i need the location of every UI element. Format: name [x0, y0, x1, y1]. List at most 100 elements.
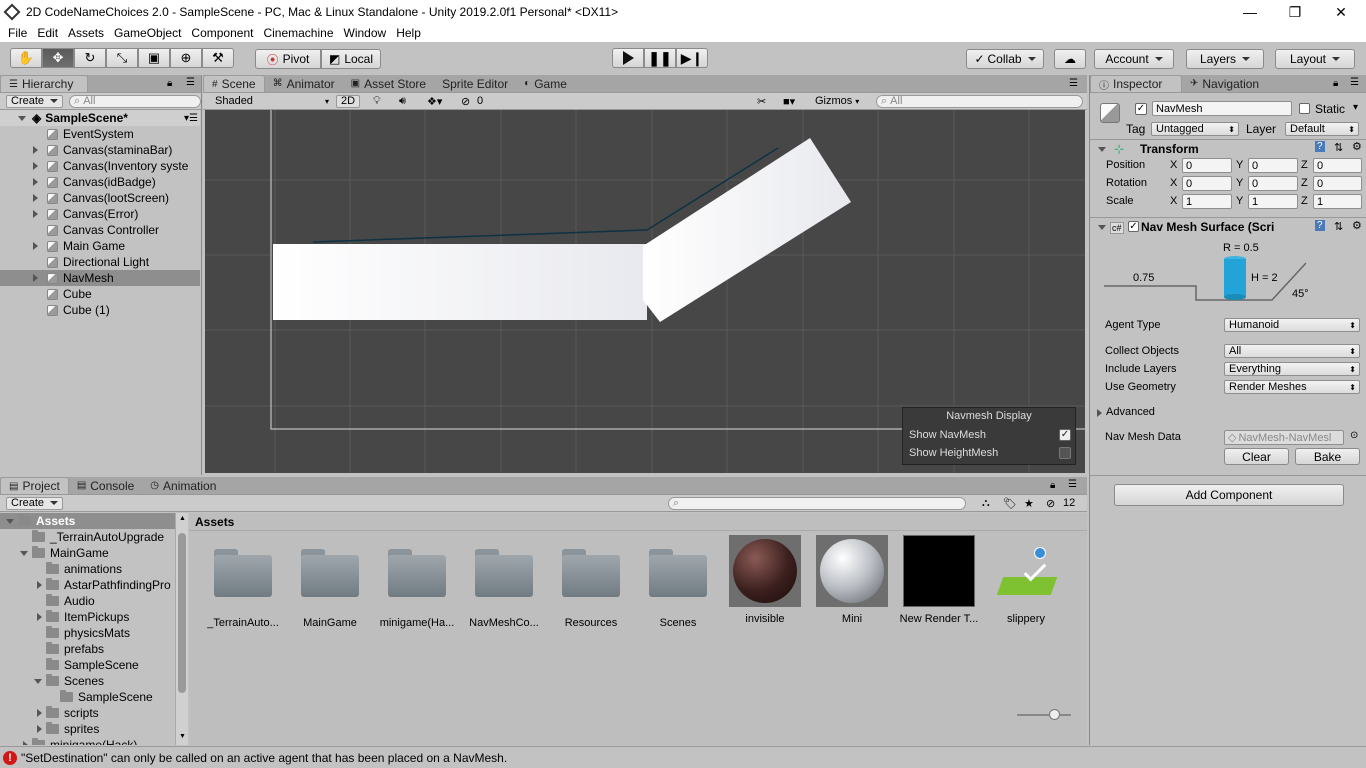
- hierarchy-item[interactable]: NavMesh: [0, 270, 200, 286]
- expand-arrow-icon[interactable]: [37, 725, 42, 733]
- menu-assets[interactable]: Assets: [63, 26, 109, 40]
- tab-navigation[interactable]: ✈ Navigation: [1182, 75, 1267, 92]
- tab-scene[interactable]: # Scene: [203, 75, 265, 92]
- folder-tree-item[interactable]: scripts: [0, 705, 175, 721]
- navmesh-data-field[interactable]: ◇ NavMesh-NavMesl: [1224, 430, 1344, 445]
- tab-console[interactable]: ▤ Console: [69, 477, 142, 494]
- gizmos-dropdown[interactable]: Gizmos ▾: [815, 95, 859, 107]
- expand-arrow-icon[interactable]: [33, 274, 38, 282]
- pause-button[interactable]: ❚❚: [644, 48, 676, 68]
- tools-icon[interactable]: ✂: [757, 95, 766, 108]
- tab-game[interactable]: ◐ Game: [516, 75, 575, 92]
- hierarchy-search-input[interactable]: ⌕ All: [69, 94, 201, 108]
- navmesh-surface-enabled-checkbox[interactable]: ✓: [1128, 221, 1139, 232]
- custom-tool-icon[interactable]: ⚒: [202, 48, 234, 68]
- asset-item[interactable]: slippery: [986, 535, 1066, 625]
- hand-tool-icon[interactable]: ✋: [10, 48, 42, 68]
- expand-arrow-icon[interactable]: [33, 210, 38, 218]
- panel-menu-icon[interactable]: ☰: [1350, 77, 1359, 88]
- transform-x-field[interactable]: 0: [1182, 176, 1232, 191]
- hierarchy-item[interactable]: Cube (1): [0, 302, 200, 318]
- audio-icon[interactable]: 🔊︎: [399, 95, 406, 108]
- tab-sprite-editor[interactable]: Sprite Editor: [434, 75, 516, 92]
- expand-arrow-icon[interactable]: [33, 146, 38, 154]
- local-toggle[interactable]: ◩ Local: [321, 49, 381, 69]
- asset-item[interactable]: Mini: [812, 535, 892, 625]
- object-name-field[interactable]: NavMesh: [1152, 101, 1292, 116]
- layers-dropdown[interactable]: Layers: [1186, 49, 1264, 69]
- pivot-toggle[interactable]: ⦿ Pivot: [255, 49, 321, 69]
- folder-tree-item[interactable]: MainGame: [0, 545, 175, 561]
- layer-dropdown[interactable]: Default: [1285, 122, 1359, 136]
- camera-icon[interactable]: ■▾: [783, 95, 795, 108]
- folder-tree-item[interactable]: prefabs: [0, 641, 175, 657]
- transform-foldout-icon[interactable]: [1098, 147, 1106, 152]
- advanced-foldout[interactable]: Advanced: [1106, 406, 1155, 418]
- scroll-down-icon[interactable]: ▼: [179, 733, 186, 740]
- use-geometry-dropdown[interactable]: Render Meshes: [1224, 380, 1360, 394]
- tab-animation[interactable]: ◷ Animation: [142, 477, 224, 494]
- bake-button[interactable]: Bake: [1295, 448, 1360, 465]
- scale-tool-icon[interactable]: ⤡: [106, 48, 138, 68]
- expand-arrow-icon[interactable]: [20, 550, 28, 556]
- component-settings-icon[interactable]: ⚙: [1352, 219, 1362, 232]
- hierarchy-create-dropdown[interactable]: Create: [6, 94, 64, 108]
- tab-inspector[interactable]: ⓘ Inspector: [1090, 75, 1182, 92]
- filter-by-type-icon[interactable]: ⛬: [982, 497, 990, 510]
- asset-item[interactable]: NavMeshCo...: [464, 535, 544, 629]
- show-heightmesh-checkbox[interactable]: [1059, 447, 1071, 459]
- expand-arrow-icon[interactable]: [37, 613, 42, 621]
- lock-icon[interactable]: 🔒︎: [1333, 78, 1338, 89]
- project-create-dropdown[interactable]: Create: [6, 496, 64, 510]
- add-component-button[interactable]: Add Component: [1114, 484, 1344, 506]
- asset-item[interactable]: New Render T...: [899, 535, 979, 625]
- active-checkbox[interactable]: ✓: [1135, 103, 1147, 115]
- asset-item[interactable]: minigame(Ha...: [377, 535, 457, 629]
- menu-help[interactable]: Help: [391, 26, 426, 40]
- panel-menu-icon[interactable]: ☰: [186, 77, 195, 88]
- transform-z-field[interactable]: 1: [1313, 194, 1362, 209]
- expand-arrow-icon[interactable]: [23, 741, 28, 745]
- account-dropdown[interactable]: Account: [1094, 49, 1174, 69]
- filter-by-label-icon[interactable]: 🏷︎: [1003, 497, 1017, 510]
- folder-tree-item[interactable]: Audio: [0, 593, 175, 609]
- cube-mesh[interactable]: [273, 244, 647, 320]
- hierarchy-item[interactable]: EventSystem: [0, 126, 200, 142]
- object-picker-icon[interactable]: ⊙: [1350, 430, 1358, 441]
- transform-tool-icon[interactable]: ⊕: [170, 48, 202, 68]
- play-button[interactable]: [612, 48, 644, 68]
- tag-dropdown[interactable]: Untagged: [1151, 122, 1239, 136]
- menu-gameobject[interactable]: GameObject: [109, 26, 186, 40]
- expand-arrow-icon[interactable]: [18, 115, 26, 121]
- folder-tree-item[interactable]: sprites: [0, 721, 175, 737]
- lock-icon[interactable]: 🔒︎: [1050, 480, 1055, 491]
- panel-menu-icon[interactable]: ☰: [1068, 479, 1077, 490]
- transform-z-field[interactable]: 0: [1313, 158, 1362, 173]
- hierarchy-item[interactable]: Canvas(lootScreen): [0, 190, 200, 206]
- asset-item[interactable]: _TerrainAuto...: [203, 535, 283, 629]
- expand-arrow-icon[interactable]: [6, 518, 14, 524]
- expand-arrow-icon[interactable]: [34, 678, 42, 684]
- preset-icon[interactable]: ⇅: [1334, 220, 1343, 233]
- component-settings-icon[interactable]: ⚙: [1352, 140, 1362, 153]
- show-navmesh-checkbox[interactable]: ✓: [1059, 429, 1071, 441]
- agent-type-dropdown[interactable]: Humanoid: [1224, 318, 1360, 332]
- expand-arrow-icon[interactable]: [33, 194, 38, 202]
- transform-y-field[interactable]: 0: [1248, 176, 1298, 191]
- 2d-toggle[interactable]: 2D: [336, 94, 361, 108]
- lock-icon[interactable]: 🔒︎: [167, 78, 172, 89]
- include-layers-dropdown[interactable]: Everything: [1224, 362, 1360, 376]
- status-bar[interactable]: ! "SetDestination" can only be called on…: [0, 746, 1366, 768]
- cube-1-mesh[interactable]: [643, 138, 851, 322]
- hidden-objects-icon[interactable]: ⊘: [461, 95, 470, 108]
- effects-icon[interactable]: ❖▾: [427, 95, 442, 108]
- folder-tree-item[interactable]: Scenes: [0, 673, 175, 689]
- lighting-icon[interactable]: 💡︎: [373, 95, 381, 108]
- hierarchy-item[interactable]: Main Game: [0, 238, 200, 254]
- step-button[interactable]: ▶❙: [676, 48, 708, 68]
- scene-search-input[interactable]: ⌕ All: [876, 94, 1083, 108]
- maximize-button[interactable]: ❐: [1272, 0, 1318, 24]
- tree-scrollbar[interactable]: ▲ ▼: [175, 513, 188, 745]
- icon-size-slider-thumb[interactable]: [1049, 709, 1060, 720]
- static-dropdown-icon[interactable]: ▾: [1353, 102, 1358, 113]
